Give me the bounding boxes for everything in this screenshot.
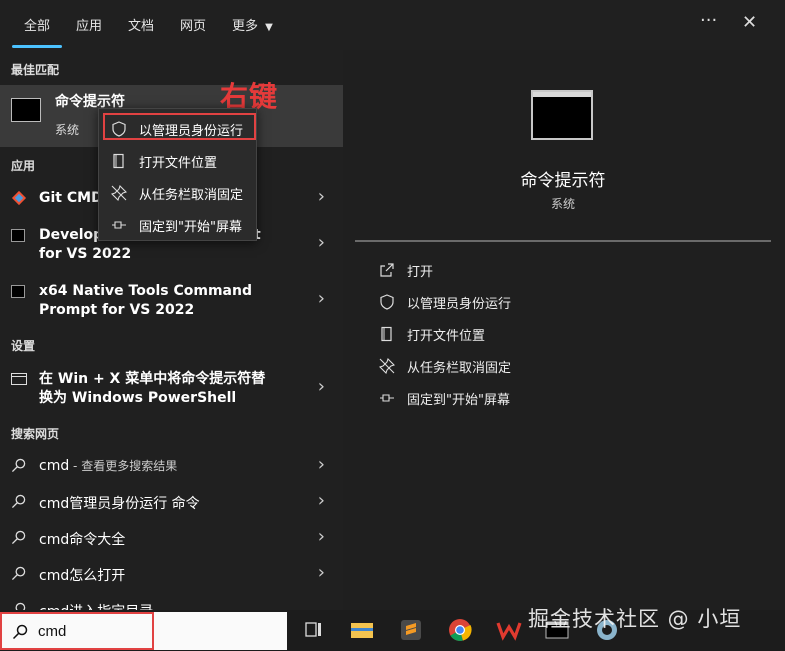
tab-more-label: 更多 [232, 19, 259, 34]
context-menu-label: 以管理员身份运行 [139, 124, 244, 139]
unpin-icon [379, 358, 395, 374]
action-label: 从任务栏取消固定 [407, 361, 512, 376]
preview-pane: 命令提示符 系统 打开 以管理员身份运行 打开文件位置 从任务栏取消固定 固定到… [355, 67, 771, 610]
web-result-query: cmd怎么打开 [39, 568, 126, 584]
web-result[interactable]: cmd - 查看更多搜索结果 › [0, 448, 343, 484]
search-icon [15, 602, 26, 610]
terminal-icon [11, 229, 25, 242]
preview-title: 命令提示符 [520, 171, 606, 191]
divider [355, 240, 771, 242]
action-run-as-admin[interactable]: 以管理员身份运行 [379, 290, 739, 314]
search-icon [11, 458, 26, 473]
shield-icon [112, 121, 126, 137]
ellipsis-icon[interactable]: ··· [700, 10, 717, 31]
action-open[interactable]: 打开 [379, 258, 739, 282]
context-menu-pin-start[interactable]: 固定到"开始"屏幕 [99, 209, 258, 239]
best-match-subtitle: 系统 [55, 123, 80, 137]
tab-web[interactable]: 网页 [180, 15, 206, 34]
sublime-text-icon[interactable] [398, 618, 424, 642]
watermark: 掘金技术社区 @ 小垣 [528, 607, 742, 631]
pin-icon [112, 221, 126, 229]
pin-icon [380, 394, 394, 402]
web-result-query: cmd进入指定目录 [39, 601, 153, 610]
context-menu-open-location[interactable]: 打开文件位置 [99, 145, 258, 175]
settings-item[interactable]: 在 Win + X 菜单中将命令提示符替 换为 Windows PowerShe… [0, 364, 343, 414]
chrome-icon[interactable] [447, 618, 473, 642]
caret-down-icon: ▼ [265, 22, 273, 33]
task-view-icon[interactable] [301, 618, 327, 642]
list-item-label: Git CMD [39, 190, 103, 206]
settings-item-label: 在 Win + X 菜单中将命令提示符替 [39, 371, 266, 387]
context-menu-run-as-admin[interactable]: 以管理员身份运行 [99, 113, 258, 143]
file-explorer-icon[interactable] [349, 618, 375, 642]
action-label: 以管理员身份运行 [407, 297, 512, 312]
settings-item-label-line2: 换为 Windows PowerShell [39, 390, 237, 406]
search-input[interactable]: cmd [38, 623, 66, 640]
web-result-hint: - 查看更多搜索结果 [69, 459, 178, 473]
settings-menu-icon [11, 373, 27, 385]
list-item-label-line2: Prompt for VS 2022 [39, 302, 195, 318]
context-menu-label: 从任务栏取消固定 [139, 188, 244, 203]
section-apps: 应用 [11, 159, 36, 173]
chevron-right-icon[interactable]: › [318, 454, 325, 475]
chevron-right-icon[interactable]: › [318, 562, 325, 583]
close-icon[interactable]: ✕ [742, 12, 757, 33]
web-result[interactable]: cmd进入指定目录 [0, 592, 343, 610]
chevron-right-icon[interactable]: › [318, 376, 325, 397]
active-tab-indicator [12, 45, 62, 48]
action-unpin-taskbar[interactable]: 从任务栏取消固定 [379, 354, 739, 378]
list-item-label: x64 Native Tools Command [39, 283, 252, 299]
web-result[interactable]: cmd怎么打开 › [0, 556, 343, 592]
chevron-right-icon[interactable]: › [318, 232, 325, 253]
git-icon [11, 190, 27, 206]
tab-more[interactable]: 更多 ▼ [232, 15, 273, 34]
list-item-label: Develop [39, 227, 104, 243]
chevron-right-icon[interactable]: › [318, 490, 325, 511]
action-label: 固定到"开始"屏幕 [407, 393, 510, 408]
wps-office-icon[interactable] [496, 618, 522, 642]
section-best-match: 最佳匹配 [11, 63, 60, 77]
tab-documents[interactable]: 文档 [128, 15, 154, 34]
chevron-right-icon[interactable]: › [318, 288, 325, 309]
chevron-right-icon[interactable]: › [318, 186, 325, 207]
section-settings: 设置 [11, 339, 36, 353]
shield-icon [380, 294, 394, 310]
context-menu-label: 打开文件位置 [139, 156, 218, 171]
tab-apps[interactable]: 应用 [76, 15, 102, 34]
web-result[interactable]: cmd管理员身份运行 命令 › [0, 484, 343, 520]
section-web: 搜索网页 [11, 427, 60, 441]
web-result[interactable]: cmd命令大全 › [0, 520, 343, 556]
web-result-query: cmd命令大全 [39, 532, 126, 548]
search-icon [12, 624, 28, 640]
search-icon [11, 530, 26, 545]
terminal-icon [11, 285, 25, 298]
action-label: 打开 [407, 265, 434, 280]
search-icon [11, 566, 26, 581]
preview-subtitle: 系统 [550, 197, 575, 211]
web-result-query: cmd管理员身份运行 命令 [39, 496, 200, 512]
window-titlebar [533, 92, 591, 97]
list-item-label-line2: for VS 2022 [39, 246, 132, 262]
tab-all[interactable]: 全部 [24, 15, 50, 34]
context-menu-label: 固定到"开始"屏幕 [139, 220, 242, 235]
context-menu-unpin-taskbar[interactable]: 从任务栏取消固定 [99, 177, 258, 207]
action-label: 打开文件位置 [407, 329, 486, 344]
web-result-query: cmd [39, 458, 70, 474]
action-pin-start[interactable]: 固定到"开始"屏幕 [379, 386, 739, 410]
list-item[interactable]: x64 Native Tools Command Prompt for VS 2… [0, 276, 343, 326]
folder-icon [113, 153, 124, 169]
open-icon [380, 263, 394, 277]
command-prompt-large-icon [531, 90, 593, 140]
context-menu: 以管理员身份运行 打开文件位置 从任务栏取消固定 固定到"开始"屏幕 [98, 108, 257, 241]
unpin-icon [111, 185, 127, 201]
start-search-header: 全部 应用 文档 网页 更多 ▼ ··· ✕ [0, 0, 785, 50]
command-prompt-icon [11, 98, 41, 122]
action-open-location[interactable]: 打开文件位置 [379, 322, 739, 346]
taskbar-search-box[interactable]: cmd [0, 612, 287, 650]
folder-icon [381, 326, 392, 342]
chevron-right-icon[interactable]: › [318, 526, 325, 547]
search-icon [11, 494, 26, 509]
